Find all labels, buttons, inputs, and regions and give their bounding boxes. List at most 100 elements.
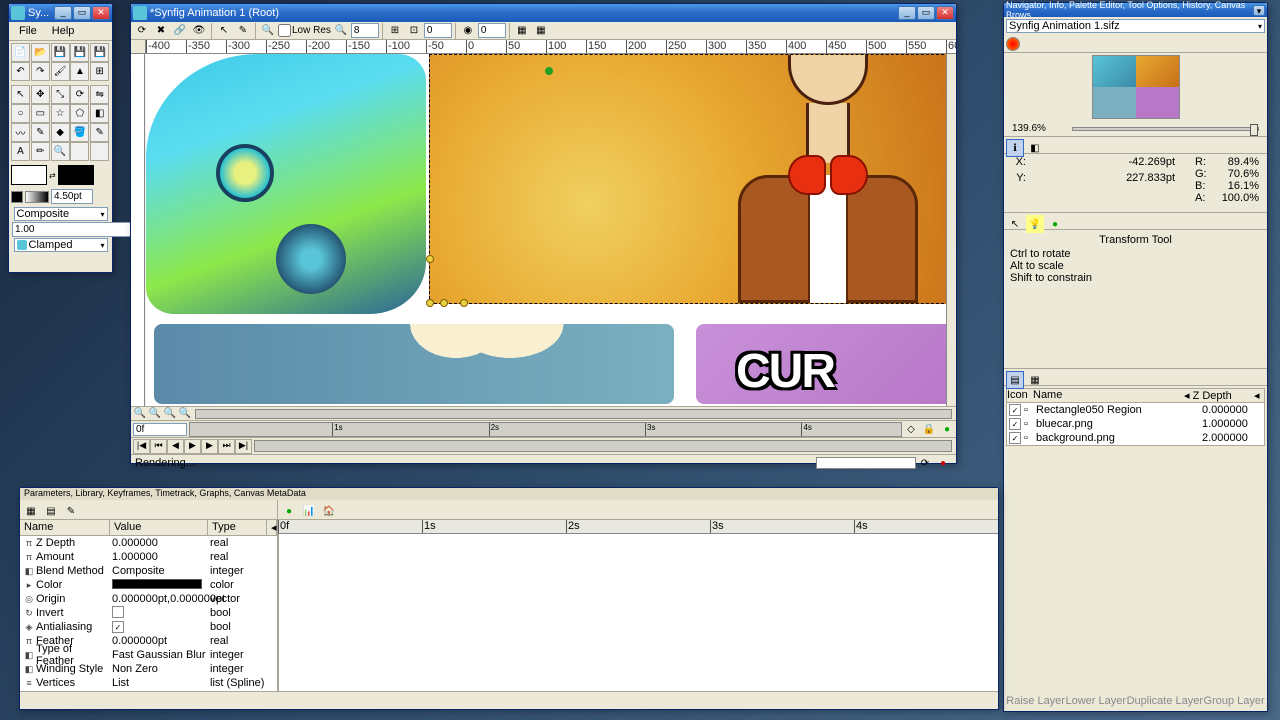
seek-prev-kf-icon[interactable]: ⏮ <box>150 439 167 454</box>
params-hscroll[interactable] <box>20 691 998 705</box>
help-menu[interactable]: Help <box>46 23 81 39</box>
param-row[interactable]: ◧Blend MethodCompositeinteger <box>20 564 277 578</box>
panel-menu-icon[interactable]: ▾ <box>1253 5 1265 16</box>
param-row[interactable]: ≡VerticesListlist (Spline) <box>20 676 277 690</box>
minimize-button[interactable]: _ <box>898 6 916 20</box>
param-btn1-icon[interactable]: ▦ <box>22 502 40 520</box>
layer-visible-check[interactable]: ✓ <box>1009 404 1021 416</box>
maximize-button[interactable]: ▭ <box>73 6 91 20</box>
layer-action-button[interactable]: Group Layer <box>1204 695 1265 707</box>
gradient-swatch[interactable] <box>25 191 49 203</box>
width-tool-icon[interactable]: ◆ <box>51 123 70 142</box>
layer-row[interactable]: ✓▫background.png2.000000 <box>1007 431 1264 445</box>
canvasbrowse-tab-icon[interactable]: ▦ <box>1026 371 1044 389</box>
refresh-icon[interactable]: ⟳ <box>133 22 151 40</box>
link-icon[interactable]: 🔗 <box>171 22 189 40</box>
polygon-tool-icon[interactable]: ⬠ <box>70 104 89 123</box>
seek-prev-icon[interactable]: ◀ <box>167 439 184 454</box>
opt-light-icon[interactable]: 💡 <box>1026 215 1044 233</box>
edit-icon[interactable]: ✎ <box>234 22 252 40</box>
side-titlebar[interactable]: Navigator, Info, Palette Editor, Tool Op… <box>1004 3 1267 17</box>
spline-tool-icon[interactable]: 〰 <box>11 123 30 142</box>
swap-colors-icon[interactable]: ⇄ <box>49 171 56 180</box>
layer-visible-check[interactable]: ✓ <box>1009 432 1021 444</box>
tt-btn2-icon[interactable]: 📊 <box>300 502 318 520</box>
preview-render-icon[interactable]: ▦ <box>532 22 550 40</box>
param-row[interactable]: ◈Antialiasing✓bool <box>20 620 277 634</box>
minimize-button[interactable]: _ <box>54 6 72 20</box>
rotate-tool-icon[interactable]: ⟳ <box>70 85 89 104</box>
handle[interactable] <box>426 299 434 307</box>
layer-action-button[interactable]: Lower Layer <box>1066 695 1127 707</box>
file-combo[interactable]: Synfig Animation 1.sifz <box>1006 19 1265 33</box>
saveas-icon[interactable]: 💾 <box>70 43 89 62</box>
param-btn2-icon[interactable]: ▤ <box>42 502 60 520</box>
layer-row[interactable]: ✓▫bluecar.png1.000000 <box>1007 417 1264 431</box>
gradient-tool-icon[interactable]: ◧ <box>90 104 109 123</box>
status-refresh-icon[interactable]: ⟳ <box>916 454 934 472</box>
y-input[interactable] <box>478 23 506 38</box>
eyedrop-tool-icon[interactable]: ✎ <box>90 123 109 142</box>
param-row[interactable]: ◧Winding StyleNon Zerointeger <box>20 662 277 676</box>
bucket-icon[interactable]: ▲ <box>70 62 89 81</box>
x-input[interactable] <box>424 23 452 38</box>
blend-mode-combo[interactable]: Composite <box>14 207 108 221</box>
vscrollbar[interactable] <box>946 54 956 406</box>
handle[interactable] <box>545 67 553 75</box>
param-btn3-icon[interactable]: ✎ <box>62 502 80 520</box>
handle[interactable] <box>440 299 448 307</box>
bluecar-layer[interactable] <box>146 54 426 314</box>
time-current-input[interactable] <box>133 423 187 436</box>
quality-icon[interactable]: 🔍 <box>332 22 350 40</box>
render-icon[interactable]: ▦ <box>513 22 531 40</box>
open-icon[interactable]: 📂 <box>31 43 50 62</box>
circle-tool-icon[interactable]: ○ <box>11 104 30 123</box>
star-tool-icon[interactable]: ☆ <box>51 104 70 123</box>
nav-target-icon[interactable] <box>1006 37 1020 51</box>
brush-size-input[interactable] <box>51 189 93 204</box>
saveall-icon[interactable]: 💾 <box>90 43 109 62</box>
stop-icon[interactable]: ✖ <box>152 22 170 40</box>
fg-color-swatch[interactable] <box>11 165 47 185</box>
layer-type-combo[interactable]: Clamped <box>14 238 108 252</box>
hscrollbar[interactable] <box>195 409 952 419</box>
params-tabs[interactable]: Parameters, Library, Keyframes, Timetrac… <box>20 488 998 500</box>
tt-btn1-icon[interactable]: ● <box>280 502 298 520</box>
seek-start-icon[interactable]: |◀ <box>133 439 150 454</box>
mirror-tool-icon[interactable]: ⇋ <box>90 85 109 104</box>
seek-end-icon[interactable]: ▶| <box>235 439 252 454</box>
lock-keyframe-icon[interactable]: 🔒 <box>920 420 938 438</box>
param-row[interactable]: ▸Colorcolor <box>20 578 277 592</box>
zoom-icon[interactable]: 🔍 <box>259 22 277 40</box>
new-icon[interactable]: 📄 <box>11 43 30 62</box>
layer-action-button[interactable]: Raise Layer <box>1006 695 1065 707</box>
grid-icon[interactable]: ⊞ <box>386 22 404 40</box>
seek-next-kf-icon[interactable]: ⏭ <box>218 439 235 454</box>
draw-tool-icon[interactable]: ✎ <box>31 123 50 142</box>
close-button[interactable]: ✕ <box>92 6 110 20</box>
timetrack-area[interactable] <box>278 534 998 691</box>
navigator-thumbnail[interactable] <box>1092 55 1180 119</box>
background-layer[interactable] <box>429 54 956 304</box>
param-row[interactable]: ↻Invertbool <box>20 606 277 620</box>
toolbox-titlebar[interactable]: Sy... _ ▭ ✕ <box>9 4 112 22</box>
zoom-tool-icon[interactable]: 🔍 <box>51 142 70 161</box>
canvas-titlebar[interactable]: *Synfig Animation 1 (Root) _ ▭ ✕ <box>131 4 956 22</box>
save-icon[interactable]: 💾 <box>51 43 70 62</box>
timetrack-ruler[interactable]: 0f1s2s3s4s <box>278 520 998 534</box>
move-tool-icon[interactable]: ✥ <box>31 85 50 104</box>
panel-layer[interactable] <box>154 324 674 404</box>
layers-tab-icon[interactable]: ▤ <box>1006 371 1024 389</box>
canvas-viewport[interactable] <box>131 54 956 406</box>
onion-icon[interactable]: ◉ <box>459 22 477 40</box>
file-menu[interactable]: File <box>13 23 43 39</box>
play-scroll[interactable] <box>254 440 952 452</box>
brush-icon[interactable]: 🖌 <box>51 62 70 81</box>
outline-color[interactable] <box>11 191 23 203</box>
param-row[interactable]: ◎Origin0.000000pt,0.000000ptvector <box>20 592 277 606</box>
layer-row[interactable]: ✓▫Rectangle050 Region0.000000 <box>1007 403 1264 417</box>
quality-input[interactable] <box>351 23 379 38</box>
lowres-check[interactable] <box>278 24 291 37</box>
zoom-slider[interactable] <box>1072 127 1259 131</box>
text-tool-icon[interactable]: A <box>11 142 30 161</box>
